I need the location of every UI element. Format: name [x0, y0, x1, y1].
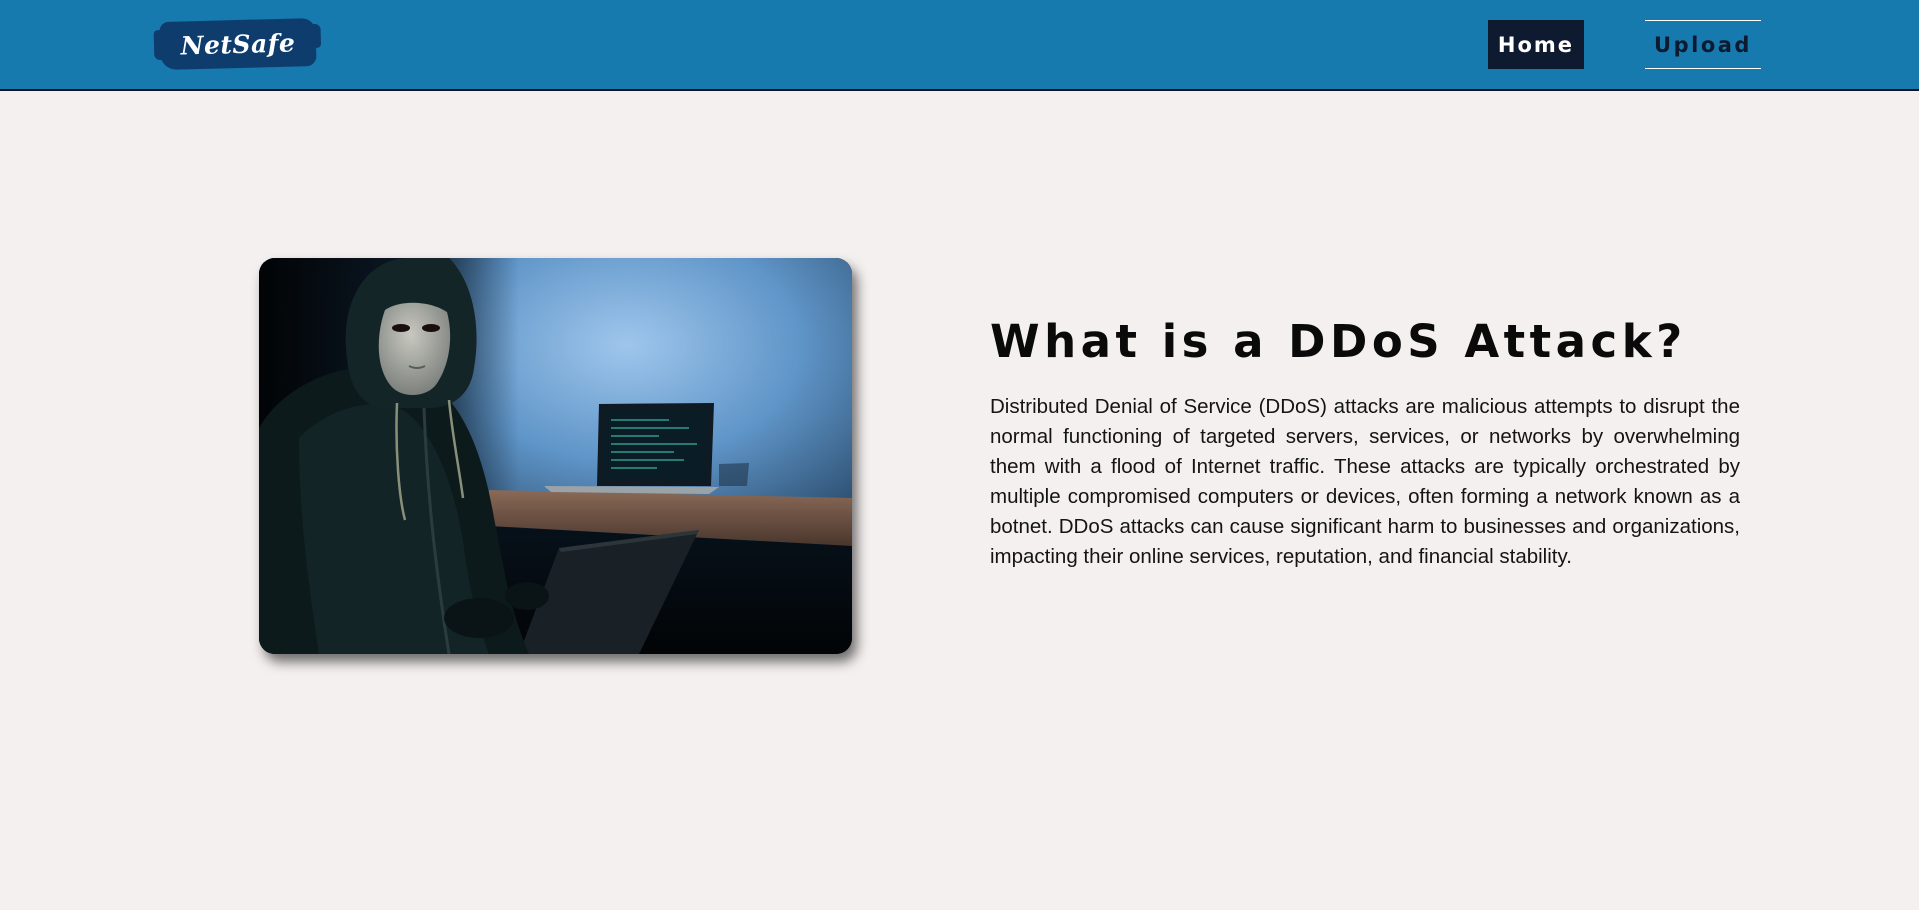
navbar: NetSafe Home Upload: [0, 0, 1919, 91]
nav-home-link[interactable]: Home: [1488, 20, 1584, 69]
hacker-image: [259, 258, 852, 654]
article-body: Distributed Denial of Service (DDoS) att…: [990, 395, 1740, 568]
ddos-article: What is a DDoS Attack? Distributed Denia…: [990, 310, 1740, 572]
article-title: What is a DDoS Attack?: [990, 315, 1687, 368]
nav-upload-link[interactable]: Upload: [1645, 20, 1761, 69]
netsafe-logo[interactable]: NetSafe: [159, 17, 317, 71]
hooded-hacker-illustration: [259, 258, 852, 654]
logo-text: NetSafe: [180, 28, 296, 60]
